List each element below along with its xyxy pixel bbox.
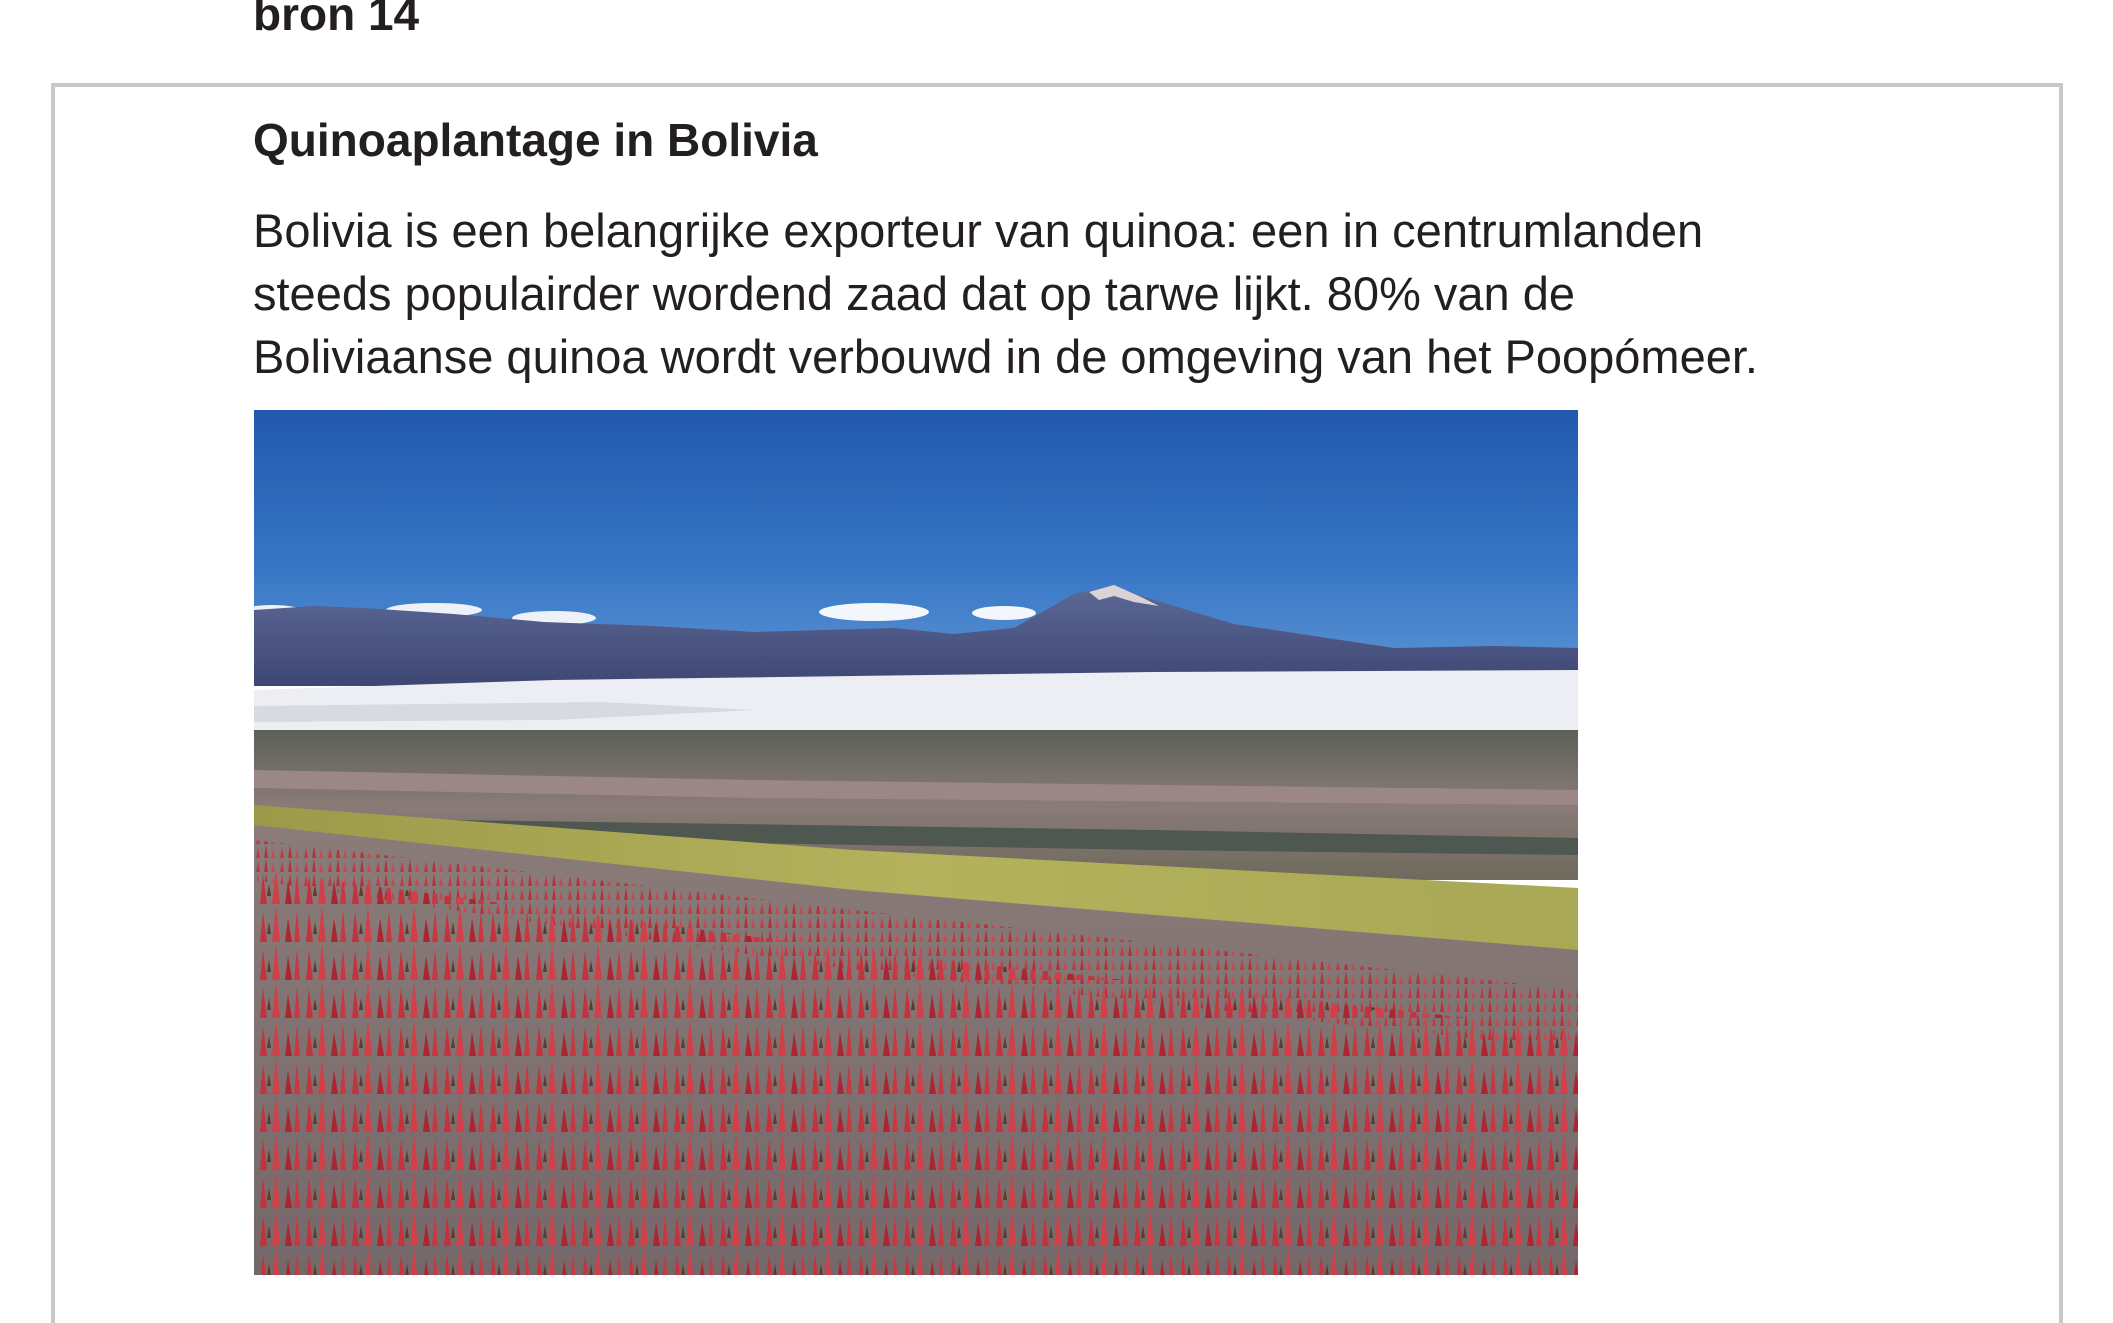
source-label: bron 14 [253,0,420,40]
source-text-line: Bolivia is een belangrijke exporteur van… [253,204,1704,257]
source-text-line: Boliviaanse quinoa wordt verbouwd in de … [253,330,1758,383]
source-text: Bolivia is een belangrijke exporteur van… [253,199,2033,388]
source-title: Quinoaplantage in Bolivia [253,114,818,166]
quinoa-field-photo [254,410,1578,1275]
source-text-line: steeds populairder wordend zaad dat op t… [253,267,1576,320]
